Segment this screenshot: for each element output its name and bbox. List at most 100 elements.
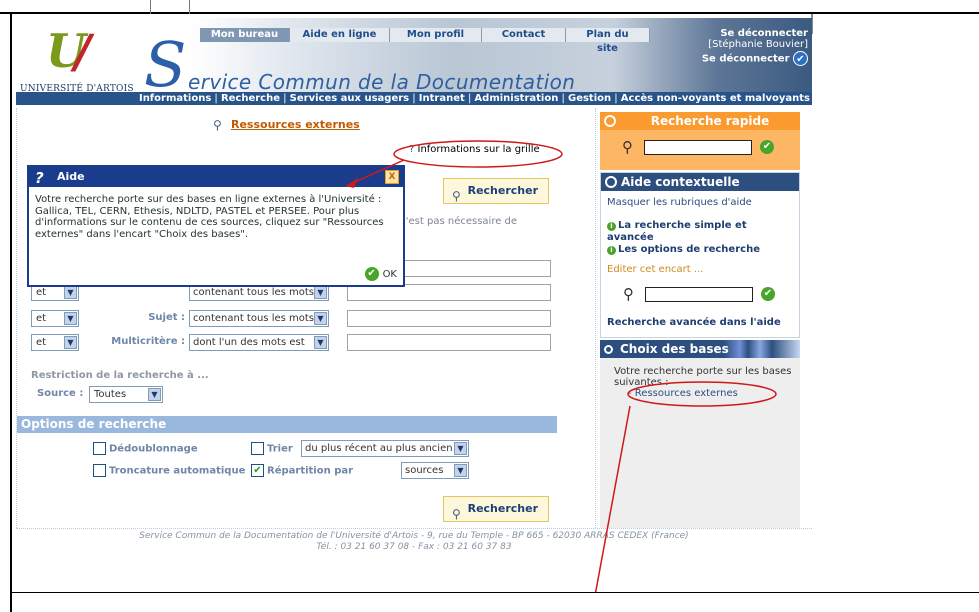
option-dedup[interactable]: Dédoublonnage — [93, 442, 198, 455]
help-search-go-icon[interactable]: ✔ — [761, 287, 775, 301]
binoculars-icon: ⚲ — [213, 118, 222, 132]
sort-label: Trier — [267, 443, 293, 455]
ok-button[interactable]: ✔ OK — [364, 267, 397, 281]
field-label-sujet: Sujet : — [148, 312, 185, 323]
binoculars-icon: ⚲ — [452, 507, 461, 521]
chevron-down-icon: ▼ — [314, 286, 327, 299]
restriction-label: Restriction de la recherche à ... — [31, 370, 209, 381]
hidden-hint-text: l'est pas nécessaire de — [403, 216, 518, 227]
ok-label: OK — [382, 269, 397, 280]
nav-informations[interactable]: Informations — [139, 93, 211, 104]
logout-check-icon[interactable]: ✔ — [793, 51, 808, 66]
panel-bullet-icon — [605, 176, 617, 188]
nav-services[interactable]: Services aux usagers — [290, 93, 409, 104]
bases-header: Choix des bases — [600, 340, 800, 358]
user-name: [Stéphanie Bouvier] — [708, 39, 808, 50]
magnifier-icon: ⚲ — [622, 138, 633, 156]
operator-select-3[interactable]: et ▼ — [31, 310, 79, 327]
page-title[interactable]: Ressources externes — [231, 118, 360, 131]
nav-accessibilite[interactable]: Accès non-voyants et malvoyants — [621, 93, 810, 104]
search-row-4: et ▼ Multicritère : dont l'un des mots es… — [31, 334, 551, 352]
advanced-help-link[interactable]: Recherche avancée dans l'aide — [601, 309, 787, 328]
chevron-down-icon: ▼ — [148, 388, 161, 401]
distribution-checkbox[interactable]: ✔ — [251, 464, 264, 477]
quick-search-header: Recherche rapide — [600, 112, 800, 130]
magnifier-icon: ⚲ — [623, 285, 634, 303]
main-nav: Informations | Recherche | Services aux usag… — [16, 92, 812, 105]
panel-bullet-icon — [604, 115, 616, 127]
nav-mon-profil[interactable]: Mon profil — [390, 28, 482, 42]
search-row-3: et ▼ Sujet : contenant tous les mots ▼ — [31, 310, 551, 328]
nav-plan-du-site[interactable]: Plan du site — [566, 28, 650, 54]
quick-search-panel: Recherche rapide ⚲ ✔ — [600, 112, 800, 170]
context-help-header: Aide contextuelle — [601, 173, 799, 191]
dedup-label: Dédoublonnage — [109, 443, 198, 455]
chevron-down-icon: ▼ — [64, 312, 77, 325]
option-distribution[interactable]: ✔ Répartition par — [251, 464, 353, 477]
mode-select-3[interactable]: contenant tous les mots ▼ — [189, 310, 329, 327]
search-button-bottom[interactable]: ⚲ Rechercher — [443, 496, 549, 522]
context-help-panel: Aide contextuelle Masquer les rubriques … — [600, 172, 800, 338]
info-grille-label: Informations sur la grille — [417, 144, 540, 155]
hide-help-link[interactable]: Masquer les rubriques d'aide — [601, 191, 799, 208]
quick-search-input[interactable] — [644, 140, 752, 155]
option-truncation[interactable]: Troncature automatique — [93, 464, 245, 477]
mode-select-4[interactable]: dont l'un des mots est ▼ — [189, 334, 329, 351]
dialog-body: Votre recherche porte sur des bases en l… — [29, 187, 403, 285]
operator-select-4[interactable]: et ▼ — [31, 334, 79, 351]
window-top-frame — [0, 0, 979, 14]
search-button-top[interactable]: ⚲ Rechercher — [443, 178, 549, 204]
field-label-multicritere: Multicritère : — [111, 336, 185, 347]
logout-box: Se déconnecter [Stéphanie Bouvier] Se dé… — [688, 28, 812, 76]
chevron-down-icon: ▼ — [64, 286, 77, 299]
sort-checkbox[interactable] — [251, 442, 264, 455]
footer-phone: Tél. : 03 21 60 37 08 - Fax : 03 21 60 3… — [316, 542, 512, 552]
service-title: ervice Commun de la Documentation — [188, 70, 576, 94]
distribution-label: Répartition par — [267, 465, 354, 477]
help-search-input[interactable] — [645, 287, 753, 302]
quick-search-go-icon[interactable]: ✔ — [760, 140, 774, 154]
chevron-down-icon: ▼ — [314, 312, 327, 325]
option-sort[interactable]: Trier — [251, 442, 293, 455]
help-link-options[interactable]: i Les options de recherche — [601, 244, 799, 256]
footer: Service Commun de la Documentation de l'… — [16, 528, 812, 553]
source-select[interactable]: Toutes ▼ — [89, 386, 163, 403]
university-logo-accent-icon: / — [74, 24, 91, 78]
dialog-text: Votre recherche porte sur des bases en l… — [35, 194, 384, 240]
nav-administration[interactable]: Administration — [474, 93, 558, 104]
nav-recherche[interactable]: Recherche — [221, 93, 280, 104]
dedup-checkbox[interactable] — [93, 442, 106, 455]
info-grille-link[interactable]: ? Informations sur la grille — [409, 144, 540, 155]
panel-bullet-icon — [604, 345, 613, 354]
check-icon: ✔ — [364, 267, 379, 281]
options-header: Options de recherche — [17, 416, 557, 433]
nav-aide-en-ligne[interactable]: Aide en ligne — [290, 28, 390, 42]
help-question-icon: ? — [409, 144, 415, 155]
bases-link-external[interactable]: - Ressources externes — [600, 388, 800, 399]
search-field-4[interactable] — [347, 334, 551, 351]
info-icon: i — [607, 246, 616, 255]
truncation-label: Troncature automatique — [109, 465, 246, 477]
nav-mon-bureau[interactable]: Mon bureau — [200, 28, 290, 42]
nav-intranet[interactable]: Intranet — [419, 93, 465, 104]
bases-panel: Choix des bases Votre recherche porte su… — [600, 340, 800, 528]
close-icon[interactable]: X — [385, 170, 399, 184]
chevron-down-icon: ▼ — [454, 442, 467, 455]
footer-address: Service Commun de la Documentation de l'… — [139, 531, 689, 541]
logout-link[interactable]: Se déconnecter — [702, 54, 790, 65]
nav-contact[interactable]: Contact — [482, 28, 566, 42]
bases-text: Votre recherche porte sur les bases suiv… — [614, 366, 792, 388]
service-title-initial: S — [144, 28, 187, 101]
help-search-row: ⚲ ✔ — [623, 285, 775, 305]
quick-search-row: ⚲ ✔ — [622, 138, 774, 158]
search-field-3[interactable] — [347, 310, 551, 327]
top-nav: Mon bureau Aide en ligne Mon profil Cont… — [200, 28, 650, 54]
sort-select[interactable]: du plus récent au plus ancien ▼ — [301, 440, 469, 457]
truncation-checkbox[interactable] — [93, 464, 106, 477]
nav-gestion[interactable]: Gestion — [568, 93, 611, 104]
help-link-simple-search[interactable]: i La recherche simple et avancée — [601, 220, 799, 244]
edit-box-link[interactable]: Editer cet encart ... — [601, 256, 799, 275]
top-divider — [150, 0, 190, 14]
distribution-select[interactable]: sources ▼ — [401, 462, 469, 479]
help-dialog: ? Aide X Votre recherche porte sur des b… — [27, 165, 405, 287]
